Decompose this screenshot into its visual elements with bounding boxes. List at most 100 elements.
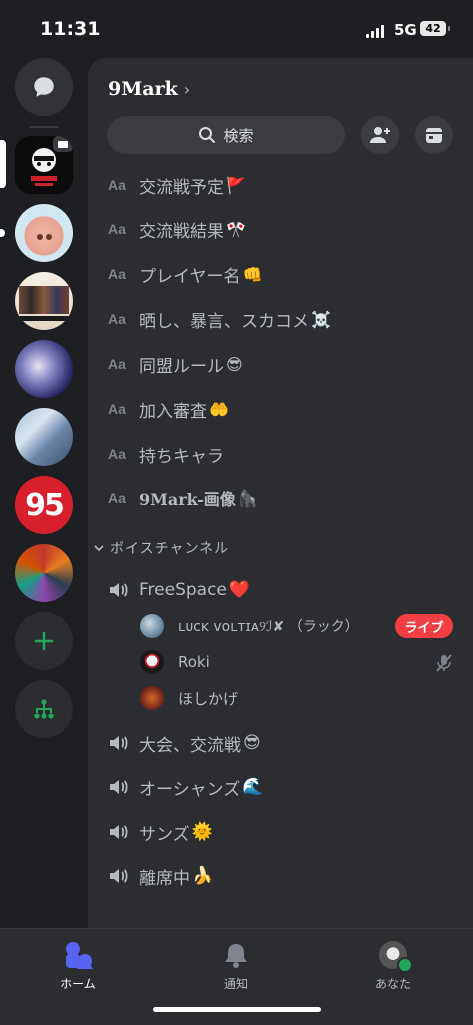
text-channel-icon: Aa (108, 446, 126, 462)
channel-emoji: 🚩 (226, 175, 246, 195)
channel-emoji: 🌞 (191, 822, 213, 842)
text-channel[interactable]: Aa 持ちキャラ (108, 437, 226, 471)
add-member-icon (370, 127, 390, 143)
voice-category-label: ボイスチャンネル (110, 541, 230, 557)
tab-notifications[interactable]: 通知 (186, 939, 286, 992)
bell-icon (225, 944, 247, 968)
speaker-icon (108, 581, 139, 599)
channel-name: 交流戦予定 (139, 177, 224, 198)
channel-emoji: 🌊 (242, 777, 264, 797)
server-95-label: 95 (25, 487, 65, 523)
avatar (379, 941, 413, 973)
channel-name: 9Mark-画像 (139, 490, 236, 509)
channel-emoji: 🦍 (237, 488, 258, 508)
voice-category-header[interactable]: ボイスチャンネル (94, 538, 229, 558)
channel-emoji: 🤲 (209, 399, 229, 419)
avatar (140, 686, 164, 710)
hierarchy-icon (34, 699, 54, 719)
server-worst-generation[interactable] (15, 272, 73, 330)
channel-name: 同盟ルール (139, 356, 224, 377)
voice-user-name: ほしかげ (178, 689, 239, 708)
text-channel[interactable]: Aa 加入審査 🤲 (108, 392, 229, 426)
search-button[interactable]: 検索 (107, 116, 345, 154)
chevron-right-icon: › (183, 80, 191, 99)
server-avatar-4[interactable] (15, 340, 73, 398)
tab-home[interactable]: ホーム (28, 939, 128, 992)
channel-emoji: 🎌 (226, 219, 246, 239)
voice-channel[interactable]: 離席中 🍌 (108, 859, 213, 893)
channel-name: 大会、交流戦 (139, 735, 241, 756)
online-status-icon (397, 957, 413, 973)
speaker-icon (108, 778, 139, 796)
channel-name: 加入審査 (139, 401, 207, 422)
status-time: 11:31 (40, 18, 101, 40)
rail-divider (30, 126, 58, 128)
search-label: 検索 (223, 126, 254, 145)
channel-name: FreeSpace (139, 580, 227, 600)
speaker-icon (108, 867, 139, 885)
voice-channel[interactable]: 大会、交流戦 😎 (108, 726, 261, 760)
text-channel[interactable]: Aa 晒し、暴言、スカコメ ☠️ (108, 302, 331, 336)
avatar (140, 614, 164, 638)
text-channel[interactable]: Aa 交流戦結果 🎌 (108, 212, 246, 246)
channel-emoji: 😎 (226, 354, 243, 374)
text-channel-icon: Aa (108, 266, 126, 282)
text-channel[interactable]: Aa 交流戦予定 🚩 (108, 168, 246, 202)
channel-list: Aa 交流戦予定 🚩 Aa 交流戦結果 🎌 Aa プレイヤー名 👊 Aa 晒し、… (88, 164, 473, 928)
status-bar: 11:31 5G 42 (0, 0, 473, 58)
channel-name: 持ちキャラ (139, 446, 224, 467)
home-servers-icon (66, 942, 93, 969)
voice-channel[interactable]: オーシャンズ 🌊 (108, 770, 264, 804)
text-channel-icon: Aa (108, 401, 126, 417)
server-name-header[interactable]: 9Mark › (108, 78, 190, 100)
search-icon (199, 127, 216, 143)
events-button[interactable] (415, 116, 453, 154)
text-channel[interactable]: Aa 同盟ルール 😎 (108, 347, 243, 381)
channel-emoji: 😎 (243, 733, 261, 753)
screen-share-badge-icon (53, 136, 73, 152)
text-channel-icon: Aa (108, 356, 126, 372)
channel-emoji: ☠️ (311, 309, 331, 329)
server-9mark[interactable] (15, 136, 73, 194)
muted-icon (436, 654, 452, 672)
channel-name: 交流戦結果 (139, 221, 224, 242)
voice-channel[interactable]: FreeSpace ❤️ (108, 573, 250, 607)
voice-user[interactable]: Roki (140, 646, 210, 678)
speaker-icon (108, 734, 139, 752)
avatar (140, 650, 164, 674)
server-name: 9Mark (108, 78, 178, 100)
server-avatar-7[interactable] (15, 544, 73, 602)
plus-icon (34, 631, 54, 651)
tab-you-label: あなた (374, 977, 411, 991)
text-channel[interactable]: Aa 9Mark-画像 🦍 (108, 481, 258, 515)
text-channel[interactable]: Aa プレイヤー名 👊 (108, 257, 262, 291)
text-channel-icon: Aa (108, 221, 126, 237)
direct-messages-button[interactable] (15, 58, 73, 116)
home-indicator (153, 1007, 321, 1012)
voice-channel[interactable]: サンズ 🌞 (108, 815, 213, 849)
tab-home-label: ホーム (60, 977, 96, 991)
channel-name: プレイヤー名 (139, 266, 241, 287)
chevron-down-icon (94, 545, 104, 552)
channel-name: 離席中 (139, 868, 190, 889)
speaker-icon (108, 823, 139, 841)
tab-notifications-label: 通知 (223, 977, 248, 991)
add-server-button[interactable] (15, 612, 73, 670)
channel-emoji: 👊 (242, 264, 263, 284)
calendar-icon (426, 128, 442, 143)
channel-name: サンズ (139, 824, 190, 845)
live-badge: ライブ (395, 614, 453, 638)
tab-you[interactable]: あなた (343, 939, 443, 992)
unread-indicator (0, 229, 5, 237)
voice-user[interactable]: ʟᴜᴄᴋ ᴠᴏʟᴛɪᴀ୨ℐ✘ （ラック） (140, 610, 359, 642)
invite-members-button[interactable] (361, 116, 399, 154)
text-channel-icon: Aa (108, 177, 126, 193)
channel-name: 晒し、暴言、スカコメ (139, 311, 309, 332)
signal-icon (366, 24, 386, 38)
voice-user[interactable]: ほしかげ (140, 682, 238, 714)
discover-servers-button[interactable] (15, 680, 73, 738)
server-95[interactable]: 95 (15, 476, 73, 534)
channel-panel: 9Mark › 検索 Aa 交流戦予定 🚩 Aa 交流戦結果 🎌 Aa プレイヤー… (88, 58, 473, 928)
server-avatar-2[interactable] (15, 204, 73, 262)
server-avatar-5[interactable] (15, 408, 73, 466)
